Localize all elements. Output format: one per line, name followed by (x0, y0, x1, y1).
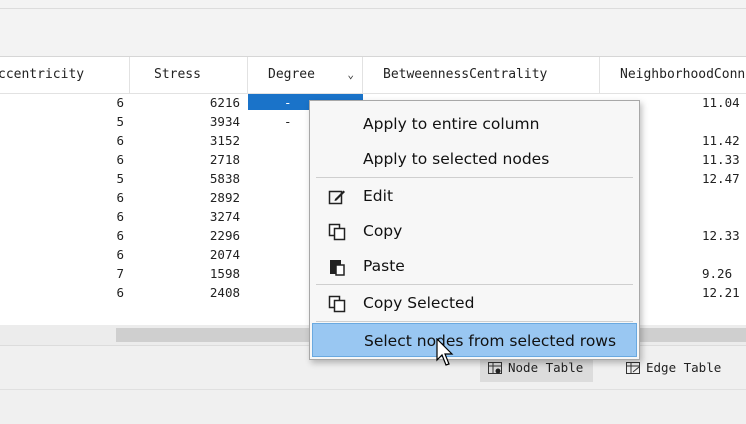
menu-item-paste[interactable]: Paste (312, 249, 637, 283)
cell-eccentricity[interactable]: 5 (0, 113, 124, 131)
cell-stress[interactable]: 3152 (132, 132, 240, 150)
cell-stress[interactable]: 2074 (132, 246, 240, 264)
menu-item-apply-entire-column[interactable]: Apply to entire column (312, 107, 637, 141)
menu-separator (316, 321, 633, 322)
toolbar-divider (0, 8, 746, 9)
cell-eccentricity[interactable]: 6 (0, 132, 124, 150)
cell-stress[interactable]: 3274 (132, 208, 240, 226)
column-header-stress[interactable]: Stress (132, 57, 248, 93)
cell-eccentricity[interactable]: 6 (0, 94, 124, 112)
cell-stress[interactable]: 2296 (132, 227, 240, 245)
cell-eccentricity[interactable]: 6 (0, 189, 124, 207)
menu-item-copy[interactable]: Copy (312, 214, 637, 248)
cell-stress[interactable]: 1598 (132, 265, 240, 283)
menu-item-edit[interactable]: Edit (312, 179, 637, 213)
table-header: ccentricity Stress Degree ⌄ BetweennessCe… (0, 57, 746, 94)
cell-eccentricity[interactable]: 6 (0, 227, 124, 245)
menu-item-select-nodes-from-rows[interactable]: Select nodes from selected rows (312, 323, 637, 357)
cell-stress[interactable]: 2718 (132, 151, 240, 169)
cell-eccentricity[interactable]: 6 (0, 151, 124, 169)
mouse-cursor-icon (436, 338, 454, 366)
status-area (0, 389, 746, 424)
cell-eccentricity[interactable]: 6 (0, 246, 124, 264)
copy-icon (328, 223, 346, 241)
table-icon (488, 362, 502, 374)
menu-separator (316, 177, 633, 178)
cell-stress[interactable]: 6216 (132, 94, 240, 112)
menu-item-copy-selected[interactable]: Copy Selected (312, 286, 637, 320)
paste-icon (330, 260, 345, 276)
cell-stress[interactable]: 3934 (132, 113, 240, 131)
table-icon (626, 362, 640, 374)
column-header-betweenness[interactable]: BetweennessCentrality (363, 57, 600, 93)
top-toolbar (0, 0, 746, 57)
edit-icon (328, 190, 345, 205)
cell-stress[interactable]: 5838 (132, 170, 240, 188)
cell-eccentricity[interactable]: 5 (0, 170, 124, 188)
cell-eccentricity[interactable]: 6 (0, 284, 124, 302)
cell-stress[interactable]: 2892 (132, 189, 240, 207)
cell-eccentricity[interactable]: 7 (0, 265, 124, 283)
cell-stress[interactable]: 2408 (132, 284, 240, 302)
column-header-degree[interactable]: Degree ⌄ (248, 57, 363, 93)
copy-icon (328, 295, 346, 313)
menu-item-apply-selected-nodes[interactable]: Apply to selected nodes (312, 142, 637, 176)
column-header-eccentricity[interactable]: ccentricity (0, 57, 130, 93)
context-menu: Apply to entire column Apply to selected… (309, 100, 640, 360)
cell-eccentricity[interactable]: 6 (0, 208, 124, 226)
sort-chevron-icon[interactable]: ⌄ (347, 57, 354, 93)
menu-separator (316, 284, 633, 285)
column-header-neighborhood[interactable]: NeighborhoodConn (600, 57, 746, 93)
